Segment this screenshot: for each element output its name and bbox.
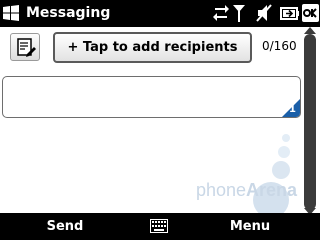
signal-strength-icon[interactable] bbox=[232, 3, 246, 23]
data-transfer-icon[interactable] bbox=[212, 3, 230, 23]
ok-button[interactable] bbox=[302, 4, 319, 22]
watermark-phone-text: phone bbox=[196, 180, 246, 200]
app-title: Messaging bbox=[26, 5, 111, 21]
scroll-up-arrow-icon[interactable] bbox=[304, 27, 316, 34]
windows-flag-icon[interactable] bbox=[2, 4, 20, 22]
page-indicator-icon bbox=[282, 99, 300, 117]
phonearena-watermark: phone Arena bbox=[196, 130, 306, 220]
phonearena-logo-icon: phone Arena bbox=[196, 134, 298, 218]
send-softkey[interactable]: Send bbox=[40, 218, 90, 236]
compose-options-button[interactable] bbox=[10, 33, 40, 61]
character-counter: 0/160 bbox=[262, 39, 297, 53]
message-body-field[interactable]: 1 bbox=[2, 76, 301, 118]
keyboard-icon[interactable] bbox=[150, 219, 168, 233]
softkey-bar: Send Menu bbox=[0, 213, 320, 240]
menu-softkey[interactable]: Menu bbox=[222, 218, 278, 236]
compose-edit-icon bbox=[17, 38, 36, 57]
ok-icon bbox=[303, 8, 317, 18]
page-indicator-number: 1 bbox=[289, 104, 296, 115]
watermark-arena-text: Arena bbox=[246, 180, 298, 200]
title-bar: Messaging bbox=[0, 0, 320, 27]
battery-icon[interactable] bbox=[280, 3, 300, 23]
speaker-muted-icon[interactable] bbox=[256, 3, 272, 23]
add-recipients-button[interactable]: + Tap to add recipients bbox=[53, 32, 252, 63]
